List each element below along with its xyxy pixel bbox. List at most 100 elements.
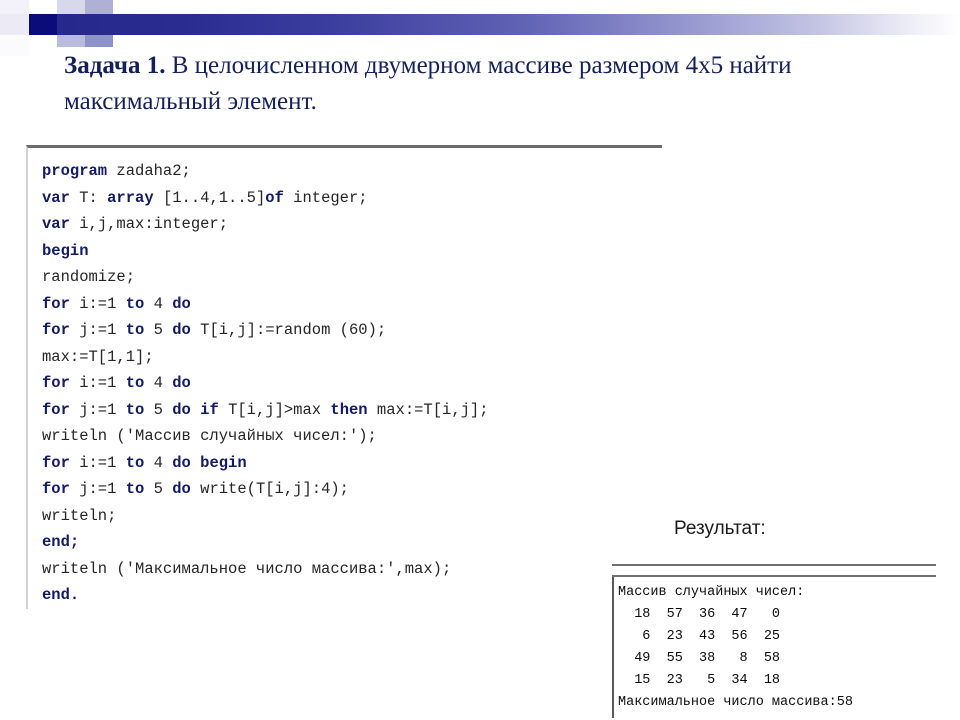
code-text: 5 (144, 480, 173, 498)
code-keyword: array (107, 188, 154, 207)
code-text: i,j,max:integer; (69, 215, 229, 233)
code-keyword: begin (200, 453, 247, 472)
code-line: var i,j,max:integer; (42, 211, 662, 238)
page-title: Задача 1. В целочисленном двумерном масс… (64, 48, 924, 120)
code-keyword: for (42, 294, 70, 313)
code-text: j:=1 (69, 321, 126, 339)
code-text: [1..4,1..5] (153, 188, 266, 207)
code-text: 4 (144, 374, 173, 392)
code-keyword: for (42, 321, 70, 339)
code-text: T[i,j]>max (218, 400, 331, 419)
code-line: var T: array [1..4,1..5]of integer; (42, 185, 662, 212)
output-line: Массив случайных чисел: (618, 585, 805, 600)
code-keyword: program (42, 162, 108, 180)
pascal-code-block: program zadaha2; var T: array [1..4,1..5]… (26, 145, 662, 609)
code-text: 4 (144, 453, 173, 472)
output-line: 18 57 36 47 0 (618, 607, 781, 622)
decorative-square (29, 14, 57, 35)
decorative-square (57, 35, 85, 47)
code-text: writeln ('Максимальное число массива:',m… (42, 559, 452, 578)
code-keyword: var (42, 188, 70, 207)
code-keyword: then (330, 400, 368, 419)
output-title-bar (612, 564, 936, 577)
code-text: integer; (283, 188, 368, 207)
code-keyword: to (125, 321, 145, 339)
result-label: Результат: (674, 518, 766, 539)
code-text: writeln ('Массив случайных чисел:'); (42, 427, 377, 445)
code-text: randomize; (42, 268, 136, 286)
code-line: begin (42, 238, 662, 265)
code-keyword: do (172, 374, 191, 392)
decorative-square (0, 14, 29, 35)
code-text: j:=1 (69, 480, 126, 498)
task-description-text: В целочисленном двумерном массиве размер… (64, 52, 792, 115)
code-keyword: do (172, 400, 191, 419)
decorative-square (0, 35, 29, 56)
output-console-body: Массив случайных чисел: 18 57 36 47 0 6 … (612, 577, 936, 718)
code-line: end; (42, 529, 662, 556)
code-text: writeln; (42, 506, 117, 525)
code-keyword: do (172, 321, 191, 339)
code-keyword: if (200, 400, 219, 419)
code-keyword: do (172, 453, 191, 472)
decorative-square (29, 0, 57, 14)
code-keyword: to (125, 374, 145, 392)
code-keyword: for (42, 400, 70, 419)
output-line: 49 55 38 8 58 (618, 651, 781, 666)
code-keyword: of (265, 188, 284, 207)
code-text: 5 (144, 400, 173, 419)
code-line: program zadaha2; (42, 158, 662, 185)
code-line: for j:=1 to 5 do if T[i,j]>max then max:… (42, 397, 662, 424)
code-line: randomize; (42, 264, 662, 291)
code-text: 4 (144, 294, 173, 313)
code-keyword: for (42, 453, 70, 472)
code-keyword: do (172, 294, 191, 313)
decorative-square (29, 35, 57, 56)
code-text: 5 (144, 321, 173, 339)
code-line: writeln; (42, 503, 662, 530)
decorative-square (0, 0, 29, 14)
code-text: i:=1 (69, 294, 126, 313)
code-keyword: begin (42, 241, 89, 260)
code-line: max:=T[1,1]; (42, 344, 662, 371)
code-line: writeln ('Массив случайных чисел:'); (42, 423, 662, 450)
code-keyword: to (125, 400, 145, 419)
output-line: Максимальное число массива:58 (618, 695, 853, 710)
code-keyword: for (42, 374, 70, 392)
code-line: end. (42, 582, 662, 609)
code-text: max:=T[i,j]; (367, 400, 489, 419)
code-line: for i:=1 to 4 do (42, 370, 662, 397)
header-gradient-bar (57, 14, 960, 35)
code-line: for j:=1 to 5 do T[i,j]:=random (60); (42, 317, 662, 344)
code-line: for i:=1 to 4 do begin (42, 450, 662, 477)
code-text: write(T[i,j]:4); (190, 480, 349, 498)
code-text: i:=1 (69, 374, 126, 392)
code-keyword: do (172, 480, 191, 498)
code-line: writeln ('Максимальное число массива:',m… (42, 556, 662, 583)
decorative-square (57, 0, 85, 14)
decorative-square (85, 0, 113, 14)
code-keyword: to (125, 294, 145, 313)
code-keyword: var (42, 215, 70, 233)
code-text: T[i,j]:=random (60); (190, 321, 387, 339)
code-text: zadaha2; (107, 162, 191, 180)
code-keyword: for (42, 480, 70, 498)
code-keyword: end; (42, 533, 80, 551)
code-line: for j:=1 to 5 do write(T[i,j]:4); (42, 476, 662, 503)
code-keyword: end. (42, 586, 80, 604)
output-line: 15 23 5 34 18 (618, 673, 781, 688)
code-line: for i:=1 to 4 do (42, 291, 662, 318)
program-output-box: Массив случайных чисел: 18 57 36 47 0 6 … (612, 564, 936, 718)
task-number-label: Задача 1. (64, 52, 166, 79)
code-text: max:=T[1,1]; (42, 347, 154, 366)
code-text: i:=1 (69, 453, 126, 472)
code-keyword: to (125, 480, 145, 498)
code-keyword: to (125, 453, 145, 472)
output-line: 6 23 43 56 25 (618, 629, 781, 644)
code-text: T: (69, 188, 108, 207)
decorative-square (85, 35, 113, 47)
decorative-square (113, 0, 141, 14)
code-text: j:=1 (69, 400, 126, 419)
